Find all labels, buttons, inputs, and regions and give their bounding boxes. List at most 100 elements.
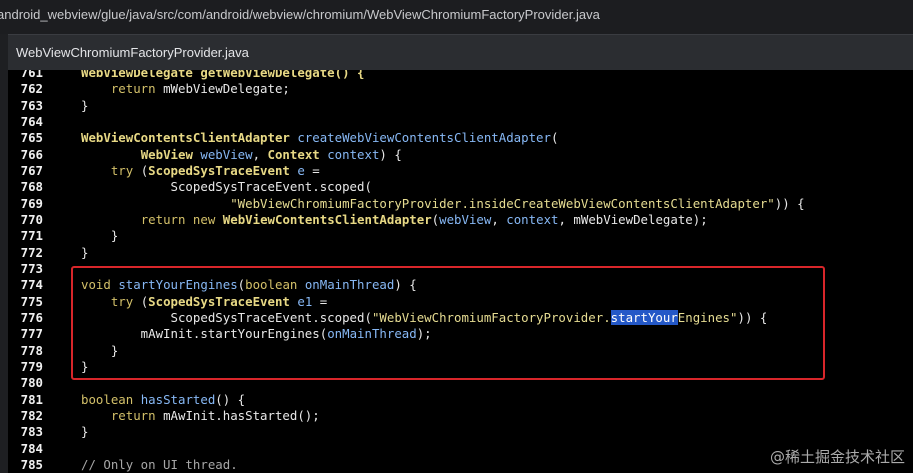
code-line: 762 return mWebViewDelegate;: [8, 81, 913, 97]
code-line: 771 }: [8, 228, 913, 244]
code-token: startYourEngines: [118, 277, 238, 293]
line-number: 775: [20, 293, 43, 309]
line-number: 776: [20, 309, 43, 325]
line-code: return new WebViewContentsClientAdapter(…: [43, 212, 708, 227]
code-line: 783}: [8, 424, 913, 440]
code-line: 782 return mAwInit.hasStarted();: [8, 408, 913, 424]
line-number: 779: [20, 358, 43, 374]
code-token: void: [81, 277, 111, 293]
file-path-text: android_webview/glue/java/src/com/androi…: [0, 7, 600, 22]
line-number: 781: [20, 391, 43, 407]
line-code: WebViewContentsClientAdapter createWebVi…: [43, 130, 558, 145]
code-line: 780: [8, 375, 913, 391]
code-line: 761 WebViewDelegate getWebViewDelegate() …: [8, 70, 913, 81]
code-token: (: [431, 211, 440, 227]
code-token: ScopedSysTraceEvent.scoped(: [81, 309, 372, 325]
line-number: 768: [20, 179, 43, 195]
code-token: ScopedSysTraceEvent.scoped(: [81, 179, 372, 195]
code-token: ) {: [394, 277, 417, 293]
code-line: 777 mAwInit.startYourEngines(onMainThrea…: [8, 326, 913, 342]
code-token: hasStarted: [140, 391, 216, 407]
code-token: ) {: [379, 146, 402, 162]
code-token: try: [110, 162, 134, 178]
line-code: WebView webView, Context context) {: [43, 147, 402, 162]
code-line: 772}: [8, 245, 913, 261]
code-token: WebView: [140, 146, 193, 162]
code-editor[interactable]: 761 WebViewDelegate getWebViewDelegate() …: [8, 70, 913, 473]
line-code: ScopedSysTraceEvent.scoped(: [43, 179, 372, 194]
line-number: 780: [20, 375, 43, 391]
code-token: }: [81, 244, 89, 260]
file-path-breadcrumb[interactable]: android_webview/glue/java/src/com/androi…: [0, 0, 913, 34]
line-code: }: [43, 359, 88, 374]
line-number: 765: [20, 130, 43, 146]
line-number: 763: [20, 97, 43, 113]
line-number: 777: [20, 326, 43, 342]
code-token: )) {: [737, 309, 768, 325]
code-token: }: [81, 424, 89, 440]
line-number: 767: [20, 162, 43, 178]
code-token: e1: [297, 293, 313, 309]
code-token: }: [81, 342, 119, 358]
code-token: // Only on UI thread.: [81, 456, 238, 472]
code-line: 765 WebViewContentsClientAdapter createWe…: [8, 130, 913, 146]
line-number: 764: [20, 113, 43, 129]
code-line: 767 try (ScopedSysTraceEvent e =: [8, 163, 913, 179]
code-line: 764: [8, 114, 913, 130]
code-token: ScopedSysTraceEvent: [148, 162, 290, 178]
code-token: () {: [215, 391, 246, 407]
code-line: 770 return new WebViewContentsClientAdap…: [8, 212, 913, 228]
line-number: 782: [20, 407, 43, 423]
code-token: webView: [200, 146, 253, 162]
code-token: (: [133, 162, 149, 178]
line-code: WebViewDelegate getWebViewDelegate() {: [43, 70, 364, 80]
code-token: mWebViewDelegate;: [155, 81, 290, 97]
code-line: 779}: [8, 359, 913, 375]
code-token: (: [550, 130, 559, 146]
line-number: 762: [20, 81, 43, 97]
line-number: 772: [20, 244, 43, 260]
code-token: }: [81, 97, 89, 113]
code-token: , mWebViewDelegate);: [558, 211, 708, 227]
line-code: return mWebViewDelegate;: [43, 81, 290, 96]
file-tab[interactable]: WebViewChromiumFactoryProvider.java: [8, 34, 913, 70]
code-line: 766 WebView webView, Context context) {: [8, 147, 913, 163]
line-number: 773: [20, 260, 43, 276]
code-lines: 761 WebViewDelegate getWebViewDelegate() …: [8, 70, 913, 473]
code-token: )) {: [774, 195, 805, 211]
code-line: 768 ScopedSysTraceEvent.scoped(: [8, 179, 913, 195]
line-code: // Only on UI thread.: [43, 457, 238, 472]
line-code: void startYourEngines(boolean onMainThre…: [43, 277, 417, 292]
code-line: 778 }: [8, 343, 913, 359]
search-highlight: startYour: [610, 309, 678, 325]
code-line: 776 ScopedSysTraceEvent.scoped("WebViewC…: [8, 309, 913, 326]
code-token: ScopedSysTraceEvent: [148, 293, 290, 309]
code-token: return: [110, 407, 156, 423]
line-number: 766: [20, 146, 43, 162]
file-tab-label: WebViewChromiumFactoryProvider.java: [16, 45, 249, 60]
code-token: WebViewDelegate getWebViewDelegate() {: [81, 70, 365, 80]
code-token: ,: [252, 146, 268, 162]
line-code: boolean hasStarted() {: [43, 392, 245, 407]
code-token: boolean: [81, 391, 134, 407]
code-line: 781 boolean hasStarted() {: [8, 392, 913, 408]
code-token: webView: [439, 211, 492, 227]
line-number: 778: [20, 342, 43, 358]
line-number: 771: [20, 228, 43, 244]
line-number: 761: [20, 70, 43, 80]
code-token: Engines": [677, 309, 738, 325]
code-line: 773: [8, 261, 913, 277]
code-token: =: [304, 162, 320, 178]
code-token: (: [133, 293, 149, 309]
